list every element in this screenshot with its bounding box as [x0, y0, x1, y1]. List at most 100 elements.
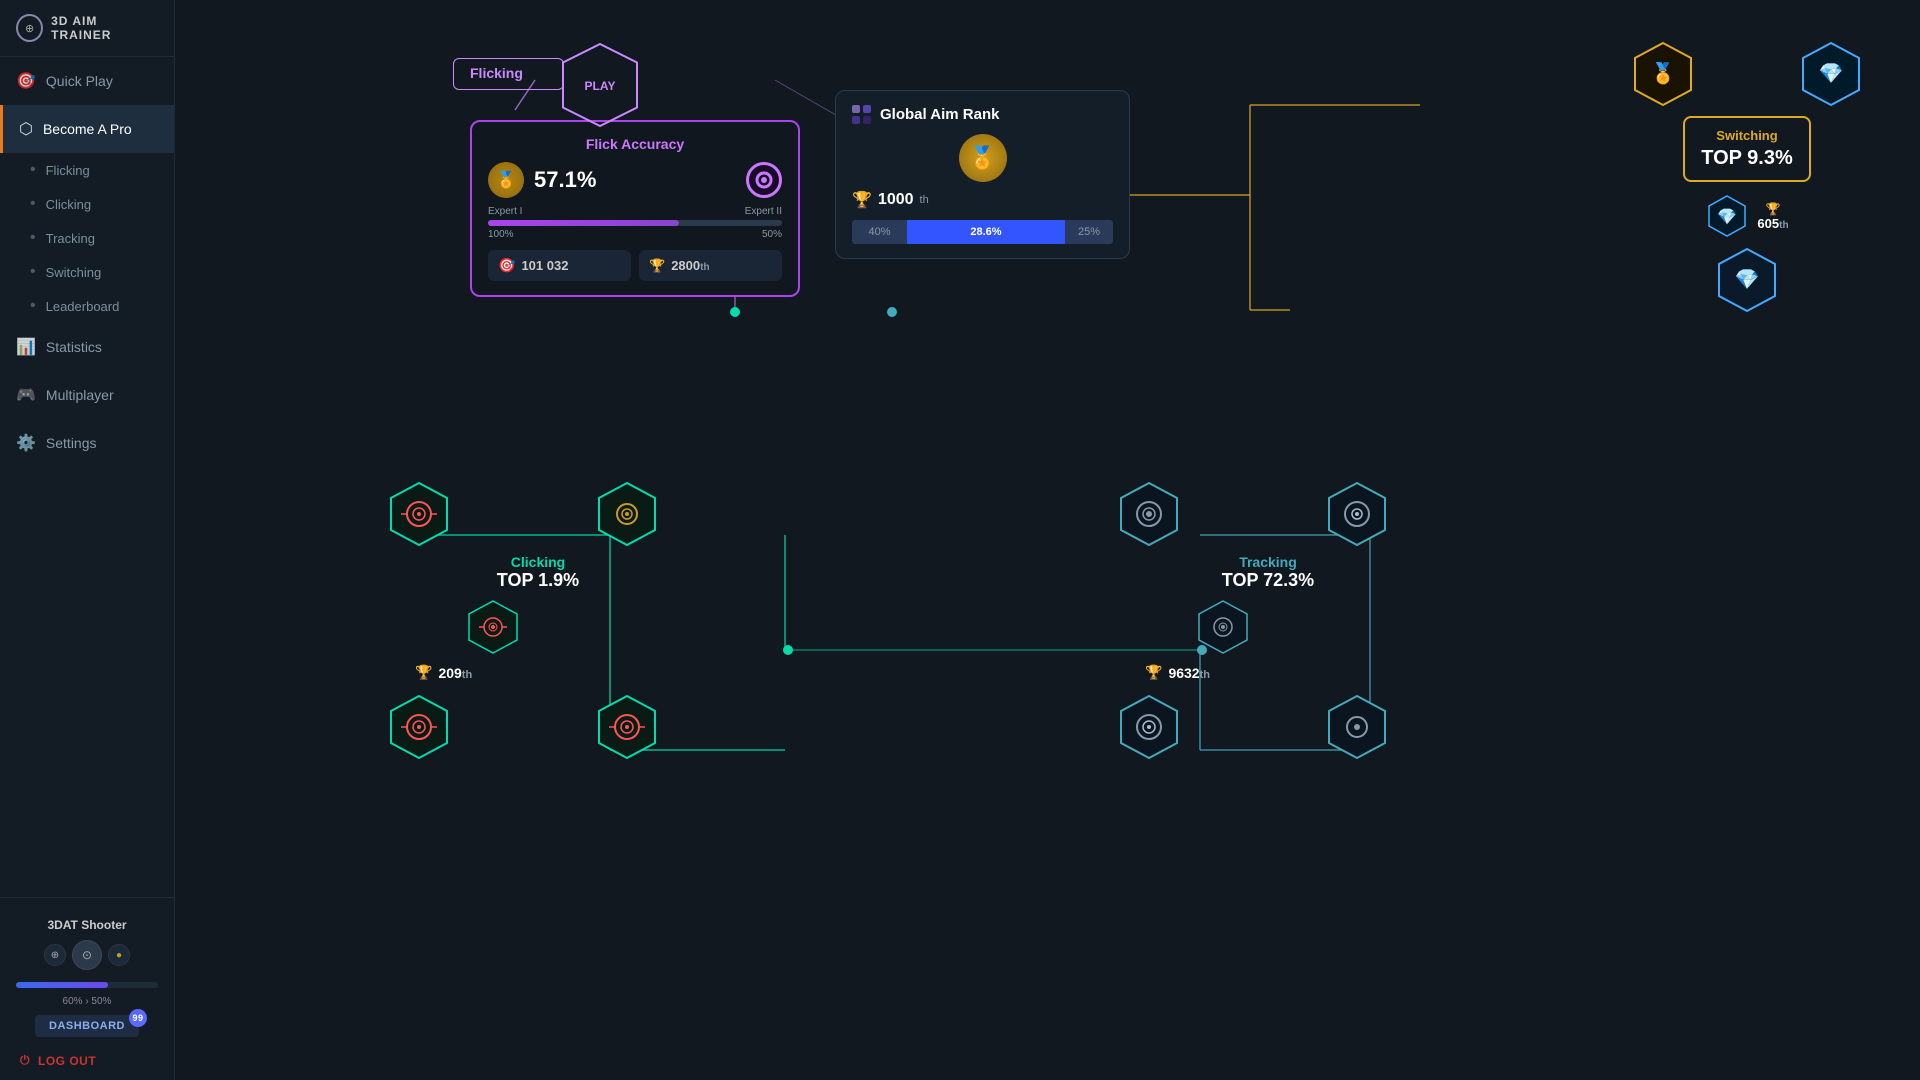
- panel-labels: Expert I Expert II: [488, 206, 782, 217]
- clicking-bottom-hex-row: [385, 693, 661, 761]
- sidebar-nav: 🎯 Quick Play ⬡ Become A Pro Flicking Cli…: [0, 57, 174, 897]
- tracking-hex-left[interactable]: [1115, 480, 1183, 548]
- rank-row: 🏆 1000 th: [852, 190, 1113, 210]
- tracking-hex-right[interactable]: [1323, 480, 1391, 548]
- logo-area: ⊕ 3D AIM TRAINER: [0, 0, 174, 57]
- dot-blue-purple: [852, 116, 860, 124]
- rank-number: 1000: [878, 191, 914, 209]
- progress-bar-fill: [488, 220, 679, 226]
- dashboard-label: DASHBOARD: [49, 1020, 125, 1032]
- expert-badge: 🏅: [488, 162, 524, 198]
- clicking-bottom-right-hex[interactable]: [593, 693, 661, 761]
- tracking-trophy: 🏆: [1145, 664, 1162, 681]
- clicking-rank-row: 🏆 209th: [415, 664, 661, 681]
- user-card: 3DAT Shooter ⊕ ⊙ ● 60% › 50% DASHBOARD 9…: [12, 910, 162, 1045]
- switching-hex1: 🏅: [1629, 40, 1697, 108]
- user-icon-small-1: ⊕: [44, 944, 66, 966]
- sidebar-item-tracking[interactable]: Tracking: [8, 221, 174, 255]
- svg-text:💎: 💎: [1819, 63, 1844, 85]
- app-title: 3D AIM TRAINER: [51, 14, 158, 42]
- user-avatar: ⊙: [72, 940, 102, 970]
- rank-bar-right: 25%: [1065, 220, 1113, 244]
- center-dot-tracking-left: [887, 307, 897, 317]
- rank-bar-left: 40%: [852, 220, 907, 244]
- clicking-small-hex: [465, 599, 661, 660]
- tracking-bottom-right-hex[interactable]: [1323, 693, 1391, 761]
- dashboard-badge: 99: [129, 1009, 147, 1027]
- tracking-small-hex: [1195, 599, 1391, 660]
- switching-label-box: Switching TOP 9.3%: [1683, 116, 1811, 182]
- tracking-section: Tracking TOP 72.3% 🏆 9632th: [1115, 480, 1391, 761]
- rank-value: 2800th: [671, 258, 709, 273]
- tracking-label-group: Tracking TOP 72.3%: [1145, 554, 1391, 591]
- global-rank-title: Global Aim Rank: [880, 106, 999, 123]
- switching-hex1-group: 🏅: [1629, 40, 1697, 108]
- sidebar-item-leaderboard[interactable]: Leaderboard: [8, 289, 174, 323]
- switching-trophy: 🏆: [1766, 202, 1781, 216]
- statistics-icon: 📊: [16, 337, 36, 357]
- flicking-label: Flicking: [46, 163, 90, 178]
- sidebar-item-quick-play[interactable]: 🎯 Quick Play: [0, 57, 174, 105]
- clicking-hex-right[interactable]: [593, 480, 661, 548]
- sidebar-bottom: 3DAT Shooter ⊕ ⊙ ● 60% › 50% DASHBOARD 9…: [0, 897, 174, 1080]
- clicking-hex-left[interactable]: [385, 480, 453, 548]
- switching-rank-row: 💎 🏆 605th: [1705, 194, 1788, 238]
- panel-bottom-row: 🎯 101 032 🏆 2800th: [488, 250, 782, 281]
- xp-bar: [16, 982, 108, 988]
- logout-label: LOG OUT: [38, 1054, 96, 1068]
- settings-icon: ⚙️: [16, 433, 36, 453]
- rank-trophy-icon: 🏆: [852, 190, 872, 210]
- flick-accuracy-panel: Flick Accuracy 🏅 57.1% Expert I Expert I…: [470, 120, 800, 297]
- ring-badge: [746, 162, 782, 198]
- rank-box: 🏆 2800th: [639, 250, 782, 281]
- user-name: 3DAT Shooter: [47, 918, 126, 932]
- play-node[interactable]: PLAY: [555, 40, 645, 135]
- rank-bar-row: 40% 28.6% 25%: [852, 220, 1113, 244]
- tracking-bottom-hex-row: [1115, 693, 1391, 761]
- statistics-label: Statistics: [46, 339, 102, 355]
- sidebar-item-become-pro[interactable]: ⬡ Become A Pro: [0, 105, 174, 153]
- sub-nav: Flicking Clicking Tracking Switching Lea…: [0, 153, 174, 323]
- dot-dark-purple: [863, 105, 871, 113]
- svg-text:💎: 💎: [1735, 269, 1760, 291]
- xp-text: 60% › 50%: [63, 996, 112, 1007]
- switching-label: Switching: [46, 265, 102, 280]
- level-right: Expert II: [745, 206, 782, 217]
- panel-title: Flick Accuracy: [488, 136, 782, 152]
- sidebar-item-multiplayer[interactable]: 🎮 Multiplayer: [0, 371, 174, 419]
- clicking-top-pct: TOP 1.9%: [415, 570, 661, 591]
- sidebar-item-settings[interactable]: ⚙️ Settings: [0, 419, 174, 467]
- tracking-rank-row: 🏆 9632th: [1145, 664, 1391, 681]
- logout-button[interactable]: ⏻ LOG OUT: [12, 1045, 162, 1072]
- sidebar-item-flicking[interactable]: Flicking: [8, 153, 174, 187]
- score-box: 🎯 101 032: [488, 250, 631, 281]
- rank-trophy-icon: 🏆: [649, 258, 665, 274]
- sidebar-item-statistics[interactable]: 📊 Statistics: [0, 323, 174, 371]
- switching-hex2: 💎: [1797, 40, 1865, 108]
- settings-label: Settings: [46, 435, 97, 451]
- flicking-title: Flicking: [470, 65, 523, 81]
- progress-left: 100%: [488, 229, 514, 240]
- clicking-section: Clicking TOP 1.9% 🏆 209th: [385, 480, 661, 761]
- clicking-small-hex-svg: [465, 599, 521, 655]
- clicking-label-group: Clicking TOP 1.9%: [415, 554, 661, 591]
- switching-rank: 605th: [1757, 216, 1788, 231]
- dashboard-button[interactable]: DASHBOARD 99: [35, 1015, 139, 1037]
- tracking-bottom-left-hex[interactable]: [1115, 693, 1183, 761]
- dot-purple: [852, 105, 860, 113]
- progress-bar-bg: [488, 220, 782, 226]
- svg-text:💎: 💎: [1717, 208, 1737, 226]
- clicking-bottom-left-hex[interactable]: [385, 693, 453, 761]
- switching-cat-label: Switching: [1716, 128, 1777, 143]
- dot-dark-blue: [863, 116, 871, 124]
- sidebar-item-clicking[interactable]: Clicking: [8, 187, 174, 221]
- rank-suffix: th: [920, 194, 929, 206]
- sidebar-item-switching[interactable]: Switching: [8, 255, 174, 289]
- multiplayer-label: Multiplayer: [46, 387, 114, 403]
- tracking-label: Tracking: [46, 231, 95, 246]
- play-hex-svg: PLAY: [555, 40, 645, 130]
- switching-top-nodes: 🏅 💎: [1629, 40, 1865, 108]
- mid-dot-clicking: [783, 645, 793, 655]
- become-pro-icon: ⬡: [19, 119, 33, 139]
- tracking-rank: 9632th: [1168, 665, 1210, 681]
